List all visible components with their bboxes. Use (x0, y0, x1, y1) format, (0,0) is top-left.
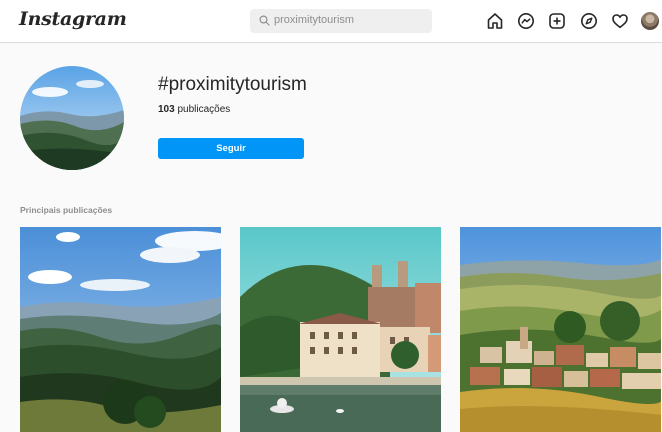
instagram-logo[interactable]: Instagram (19, 8, 127, 30)
top-navigation-bar: Instagram proximitytourism (0, 0, 662, 43)
activity-heart-icon[interactable] (610, 11, 630, 31)
post-thumbnail[interactable] (20, 227, 221, 432)
messenger-icon[interactable] (516, 11, 536, 31)
post-count: 103 publicações (158, 104, 230, 115)
follow-button[interactable]: Seguir (158, 138, 304, 159)
post-thumbnail[interactable] (460, 227, 661, 432)
profile-avatar[interactable] (641, 12, 659, 30)
post-thumbnail[interactable] (240, 227, 441, 432)
home-icon[interactable] (485, 11, 505, 31)
post-count-label: publicações (177, 104, 231, 115)
post-count-number: 103 (158, 104, 175, 115)
hashtag-title: #proximitytourism (158, 74, 307, 95)
hashtag-cover-image (20, 66, 124, 170)
search-icon (259, 15, 270, 26)
explore-icon[interactable] (579, 11, 599, 31)
search-box[interactable]: proximitytourism (250, 9, 432, 33)
top-posts-heading: Principais publicações (20, 205, 113, 215)
search-input[interactable]: proximitytourism (274, 14, 354, 26)
new-post-icon[interactable] (547, 11, 567, 31)
